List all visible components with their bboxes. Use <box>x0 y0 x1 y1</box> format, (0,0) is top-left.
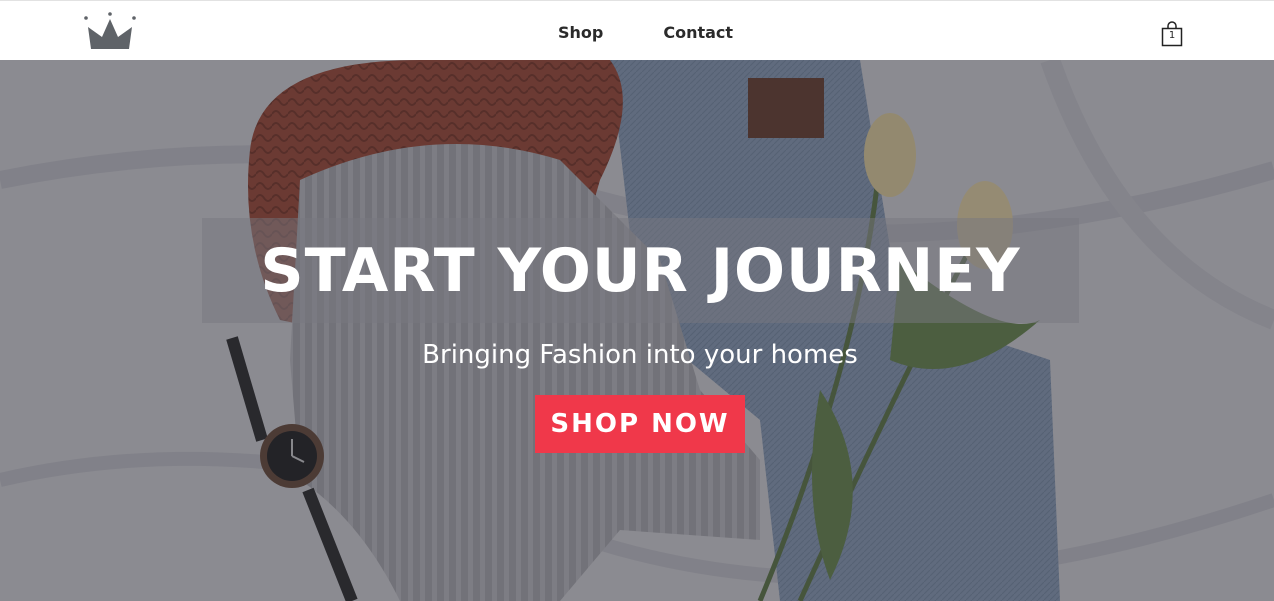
nav-link-shop[interactable]: Shop <box>558 23 603 43</box>
hero-title-box: START YOUR JOURNEY <box>202 218 1079 323</box>
nav-link-contact[interactable]: Contact <box>663 23 733 43</box>
crown-icon[interactable] <box>84 11 136 51</box>
main-nav: Shop Contact <box>558 23 733 43</box>
shop-now-button[interactable]: SHOP NOW <box>535 395 745 453</box>
cart-button[interactable]: 1 <box>1160 21 1184 47</box>
navbar: Shop Contact 1 <box>0 0 1274 60</box>
cart-count-badge: 1 <box>1168 30 1176 41</box>
hero-subtitle: Bringing Fashion into your homes <box>422 340 858 370</box>
hero-banner: START YOUR JOURNEY Bringing Fashion into… <box>0 60 1274 601</box>
hero-overlay <box>0 60 1274 601</box>
hero-title: START YOUR JOURNEY <box>260 235 1021 306</box>
